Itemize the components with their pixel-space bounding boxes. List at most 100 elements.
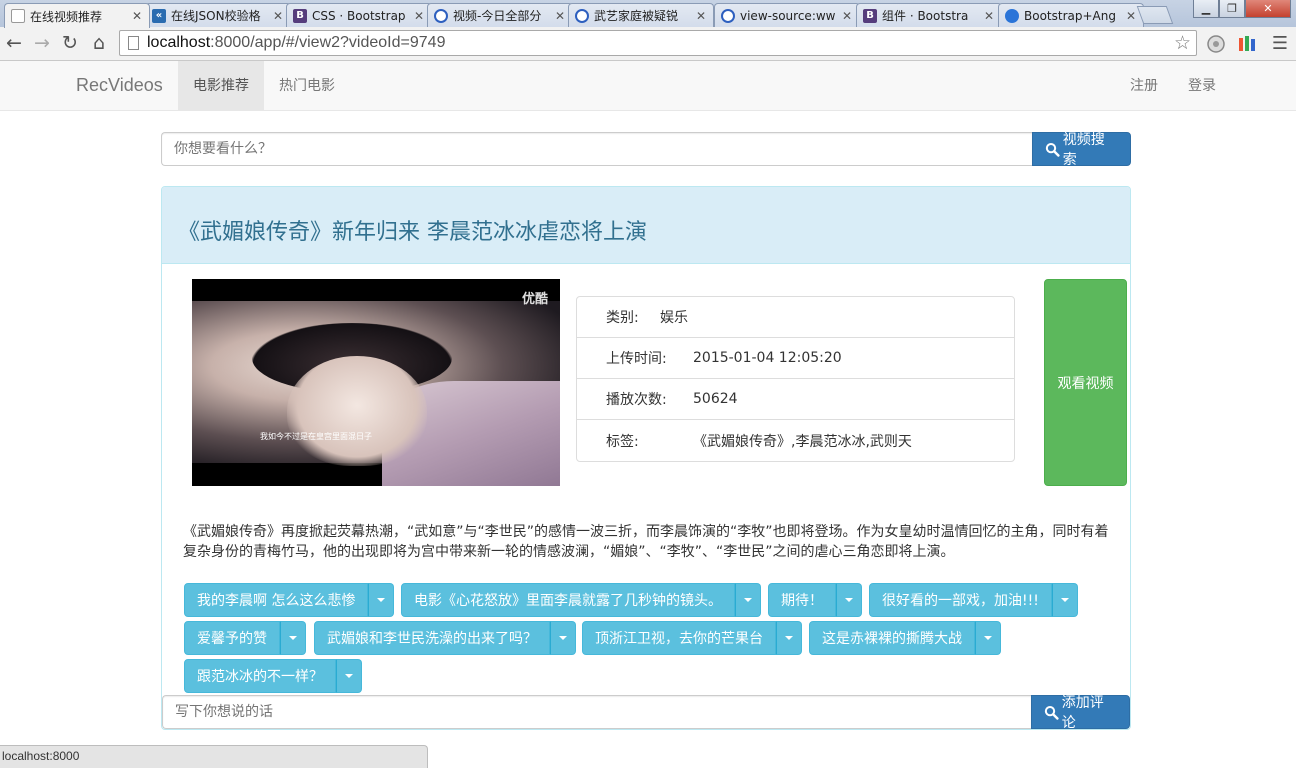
tab-title: view-source:ww: [740, 8, 836, 23]
comment-dropdown-toggle[interactable]: [1051, 583, 1078, 617]
comment-dropdown-toggle[interactable]: [975, 621, 1001, 655]
comment-dropdown-toggle[interactable]: [735, 583, 761, 617]
reload-icon[interactable]: ↻: [58, 31, 82, 55]
info-value: 《武媚娘传奇》,李晨范冰冰,武则天: [693, 433, 912, 450]
comment-button[interactable]: 爱馨予的赞: [184, 621, 280, 655]
bootstrap-icon: B: [293, 8, 307, 23]
browser-status-bar: localhost:8000: [0, 745, 428, 768]
browser-tab[interactable]: 在线视频推荐 ✕: [4, 3, 150, 28]
comment-item: 期待！: [768, 583, 862, 617]
thumbnail-face: [287, 356, 427, 466]
tab-title: 视频-今日全部分: [453, 9, 542, 23]
browser-tab[interactable]: « 在线JSON校验格 ✕: [145, 3, 291, 27]
brand-logo[interactable]: RecVideos: [76, 75, 163, 96]
browser-tab[interactable]: Bootstrap+Ang ✕: [998, 3, 1144, 27]
search-button-label: 视频搜索: [1062, 132, 1105, 168]
comment-button[interactable]: 电影《心花怒放》里面李晨就露了几秒钟的镜头。: [401, 583, 735, 617]
address-bar[interactable]: localhost:8000/app/#/view2?videoId=9749 …: [119, 30, 1197, 56]
caret-down-icon: [845, 598, 853, 602]
video-title: 《武媚娘传奇》新年归来 李晨范冰冰虐恋将上演: [178, 220, 647, 245]
comment-button[interactable]: 这是赤裸裸的撕腾大战: [809, 621, 975, 655]
comment-dropdown-toggle[interactable]: [336, 659, 362, 693]
browser-tab[interactable]: B CSS · Bootstrap ✕: [286, 3, 432, 27]
page-icon: [11, 9, 25, 23]
forward-arrow-icon[interactable]: →: [30, 31, 54, 55]
browser-tab[interactable]: B 组件 · Bootstra ✕: [856, 3, 1002, 27]
nav-login[interactable]: 登录: [1173, 61, 1231, 111]
tab-title: 武艺家庭被疑锐: [594, 9, 679, 23]
close-icon[interactable]: ✕: [695, 9, 707, 23]
caret-down-icon: [1060, 598, 1069, 602]
comment-dropdown-toggle[interactable]: [776, 621, 802, 655]
json-icon: «: [152, 8, 166, 23]
browser-tab[interactable]: view-source:ww ✕: [714, 3, 860, 27]
search-icon: [1044, 705, 1059, 720]
info-label: 类别:: [606, 310, 639, 326]
color-extension-icon[interactable]: [1237, 34, 1257, 54]
bookmark-star-icon[interactable]: ☆: [1174, 32, 1191, 54]
comment-button[interactable]: 武媚娘和李世民洗澡的出来了吗？: [314, 621, 550, 655]
comment-button[interactable]: 期待！: [768, 583, 836, 617]
comment-item: 我的李晨啊 怎么这么悲惨: [184, 583, 395, 617]
comment-button[interactable]: 顶浙江卫视，去你的芒果台: [582, 621, 776, 655]
minimize-icon[interactable]: ▁: [1193, 0, 1219, 18]
video-thumbnail[interactable]: 优酷 我如今不过是在皇宫里面混日子: [192, 279, 560, 486]
url-text: localhost:8000/app/#/view2?videoId=9749: [147, 34, 446, 51]
comment-button[interactable]: 跟范冰冰的不一样？: [184, 659, 336, 693]
comment-dropdown-toggle[interactable]: [368, 583, 395, 617]
caret-down-icon: [984, 636, 992, 640]
close-icon[interactable]: ✕: [413, 9, 425, 23]
close-window-icon[interactable]: ✕: [1245, 0, 1291, 18]
add-comment-label: 添加评论: [1061, 695, 1104, 731]
comment-item: 武媚娘和李世民洗澡的出来了吗？: [314, 621, 576, 655]
add-comment-button[interactable]: 添加评论: [1031, 695, 1130, 731]
new-tab-button[interactable]: [1136, 6, 1174, 24]
page-icon: [128, 36, 139, 50]
info-value: 娱乐: [660, 310, 688, 326]
nav-recommend[interactable]: 电影推荐: [178, 61, 264, 111]
close-icon[interactable]: ✕: [554, 9, 566, 23]
caret-down-icon: [377, 598, 386, 602]
browser-tab[interactable]: 视频-今日全部分 ✕: [427, 3, 573, 27]
app-navbar: RecVideos 电影推荐 热门电影 注册 登录: [0, 61, 1296, 111]
maximize-icon[interactable]: ❐: [1219, 0, 1245, 18]
browser-tab[interactable]: 武艺家庭被疑锐 ✕: [568, 3, 714, 27]
search-input[interactable]: [161, 132, 1032, 166]
search-button[interactable]: 视频搜索: [1032, 132, 1131, 168]
caret-down-icon: [289, 636, 297, 640]
thumbnail-subtitle: 我如今不过是在皇宫里面混日子: [260, 432, 372, 441]
comment-button[interactable]: 我的李晨啊 怎么这么悲惨: [184, 583, 369, 617]
bootstrap-icon: B: [863, 8, 877, 23]
caret-down-icon: [345, 674, 353, 678]
nav-hot-movies[interactable]: 热门电影: [264, 61, 350, 111]
comment-item: 电影《心花怒放》里面李晨就露了几秒钟的镜头。: [401, 583, 761, 617]
comment-dropdown-toggle[interactable]: [280, 621, 306, 655]
play-icon: [721, 8, 735, 23]
close-icon[interactable]: ✕: [841, 9, 853, 23]
search-icon: [1045, 142, 1060, 157]
nav-register[interactable]: 注册: [1115, 61, 1173, 111]
video-info-table: 类别: 娱乐 上传时间: 2015-01-04 12:05:20 播放次数: 5…: [576, 296, 1015, 462]
watch-video-button[interactable]: 观看视频: [1044, 279, 1127, 486]
comment-input[interactable]: [162, 695, 1031, 729]
comment-item: 这是赤裸裸的撕腾大战: [809, 621, 1001, 655]
comment-button[interactable]: 很好看的一部戏，加油!!!: [869, 583, 1052, 617]
close-icon[interactable]: ✕: [1125, 9, 1137, 23]
search-bar: 视频搜索: [161, 132, 1131, 168]
close-icon[interactable]: ✕: [272, 9, 284, 23]
info-row-upload-time: 上传时间: 2015-01-04 12:05:20: [577, 338, 1014, 379]
tab-title: 在线JSON校验格: [171, 9, 261, 23]
caret-down-icon: [744, 598, 752, 602]
close-icon[interactable]: ✕: [983, 9, 995, 23]
info-row-category: 类别: 娱乐: [577, 297, 1014, 338]
close-icon[interactable]: ✕: [131, 9, 143, 23]
menu-icon[interactable]: ☰: [1268, 31, 1292, 55]
extension-icon[interactable]: [1206, 34, 1226, 54]
back-arrow-icon[interactable]: ←: [2, 31, 26, 55]
comment-dropdown-toggle[interactable]: [550, 621, 576, 655]
comment-dropdown-toggle[interactable]: [836, 583, 862, 617]
home-icon[interactable]: ⌂: [87, 31, 111, 55]
info-value: 50624: [693, 391, 738, 407]
info-label: 标签:: [606, 433, 639, 450]
info-value: 2015-01-04 12:05:20: [693, 350, 842, 366]
